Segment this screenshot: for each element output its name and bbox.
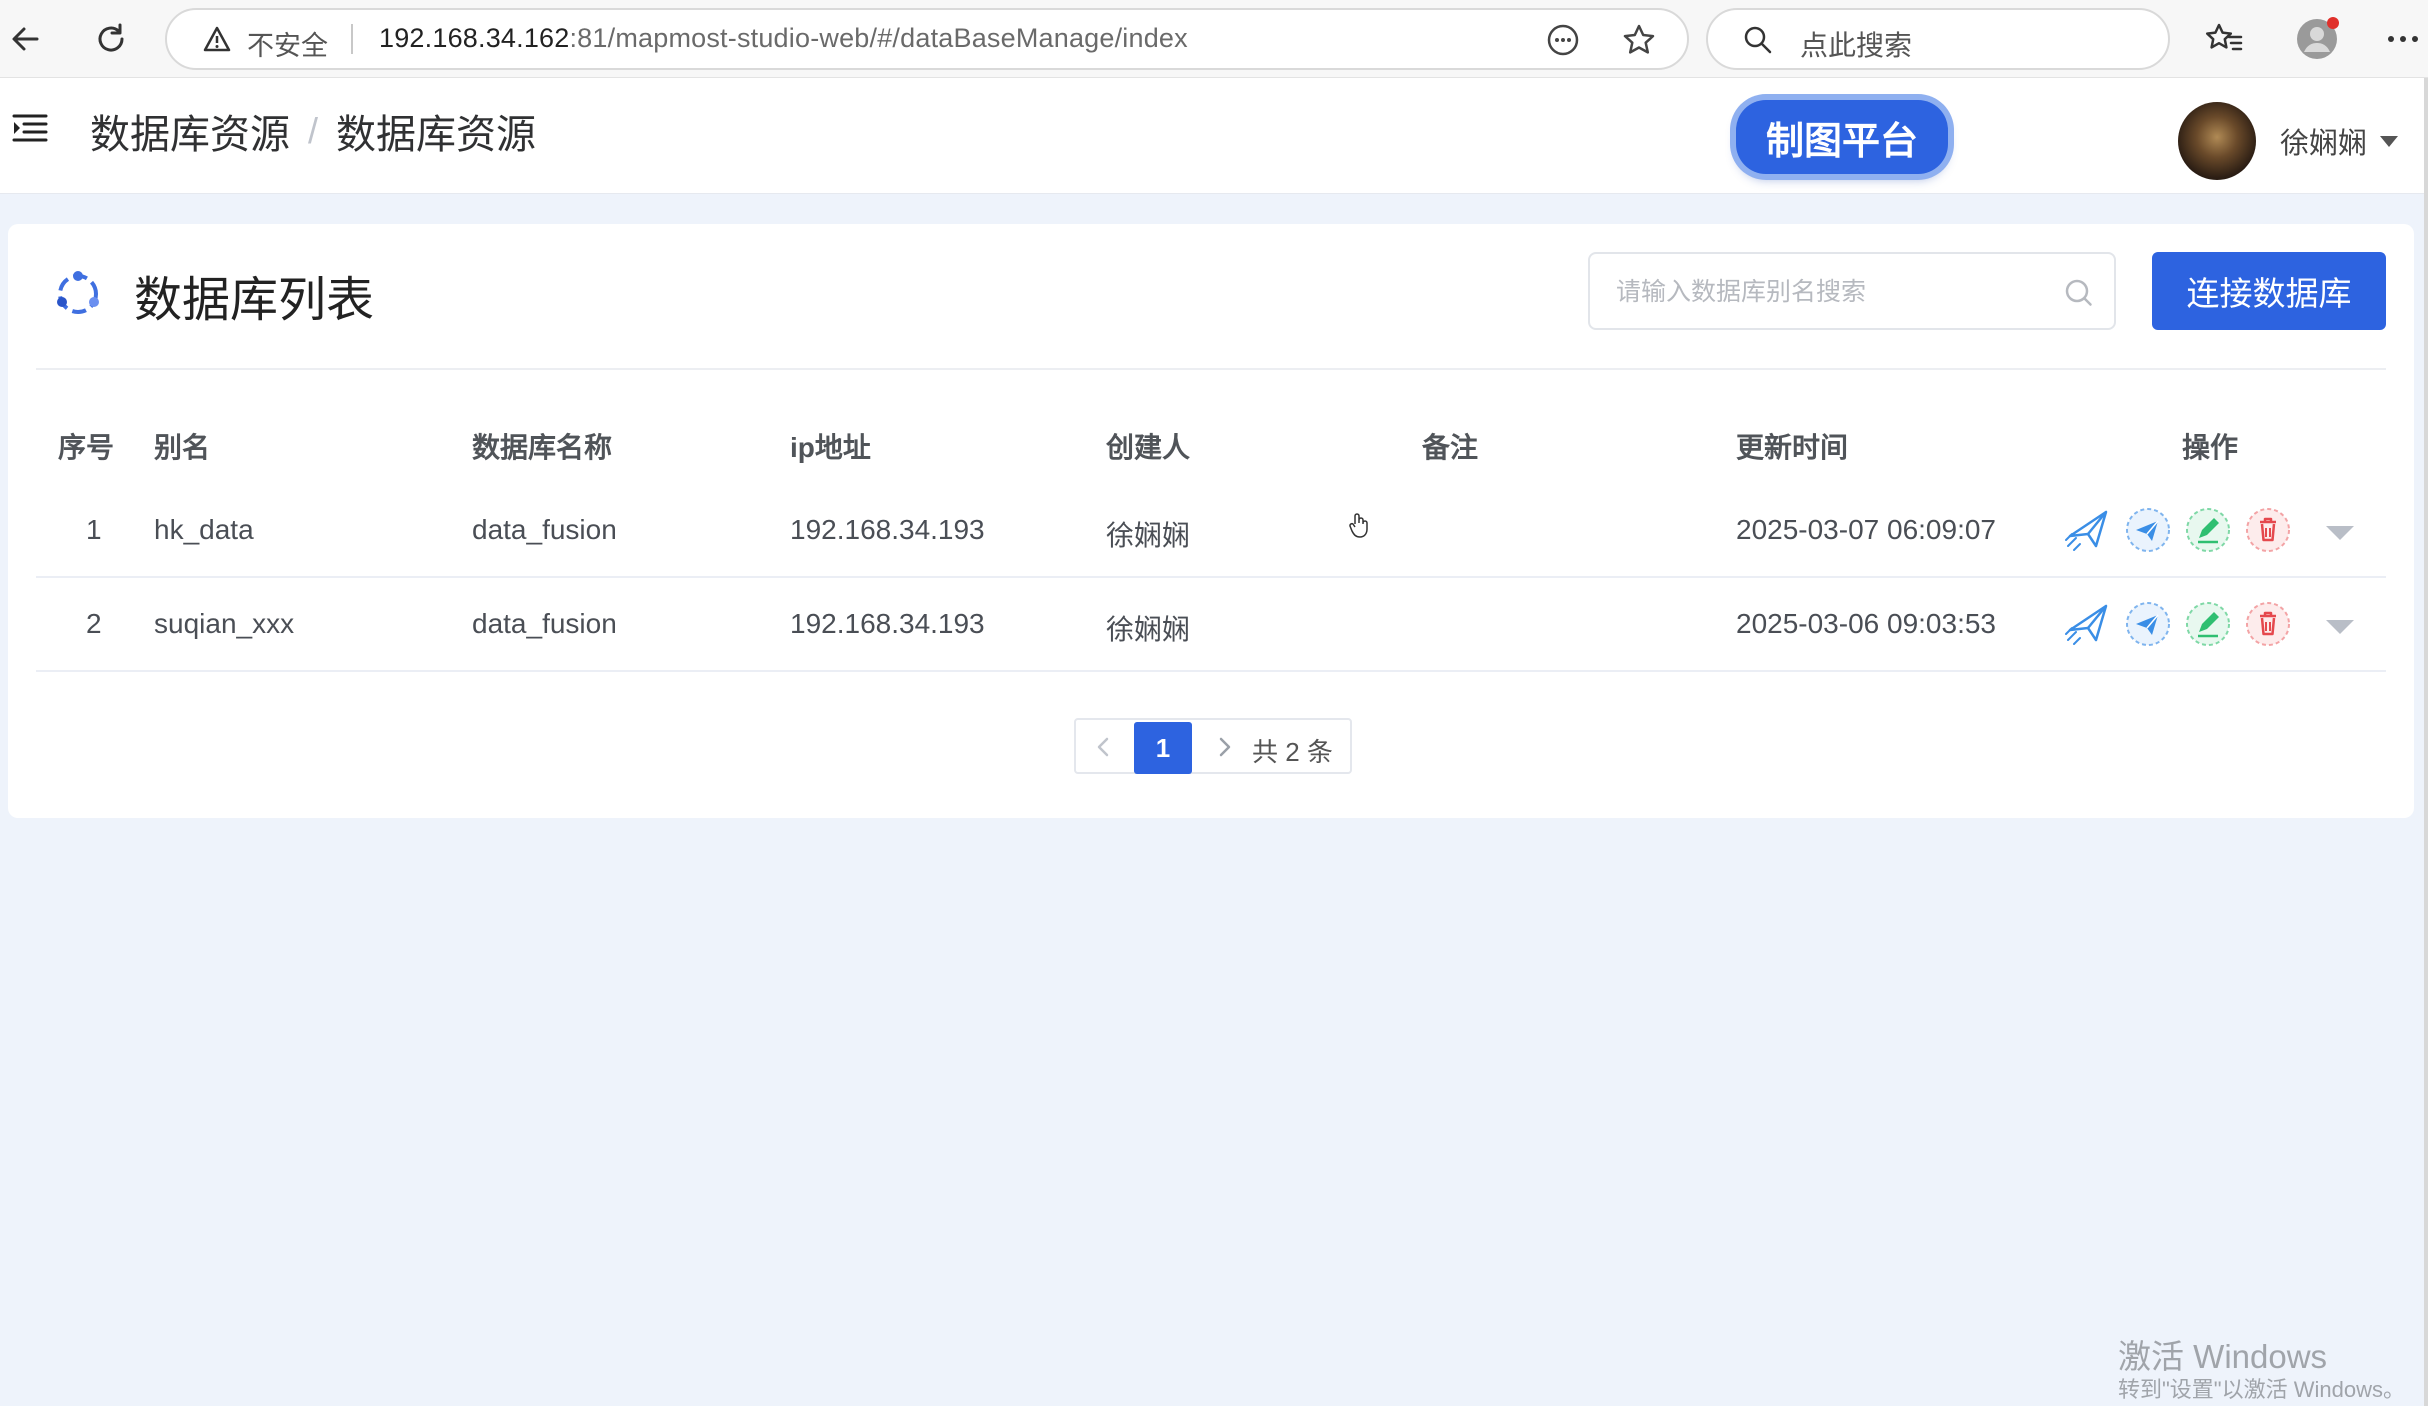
- back-button[interactable]: [0, 14, 50, 64]
- cell-updated: 2025-03-07 06:09:07: [1736, 514, 1996, 545]
- row-more-caret-icon[interactable]: [2326, 620, 2354, 634]
- column-header-ip: ip地址: [790, 432, 871, 463]
- profile-button[interactable]: [2292, 14, 2342, 64]
- insecure-label: 不安全: [247, 31, 328, 61]
- database-list-card: 数据库列表 连接数据库 序号 别名 数据库名称 ip地址 创建人 备注 更新时间…: [8, 224, 2414, 818]
- column-header-creator: 创建人: [1106, 432, 1191, 463]
- cell-alias: suqian_xxx: [154, 608, 295, 639]
- favorites-button[interactable]: [2200, 14, 2250, 64]
- delete-icon[interactable]: [2244, 506, 2292, 554]
- delete-icon[interactable]: [2244, 600, 2292, 648]
- favorites-list-icon: [2205, 23, 2243, 51]
- reload-icon: [98, 23, 124, 52]
- breadcrumb-item-current: 数据库资源: [336, 113, 537, 157]
- warning-icon: [203, 26, 231, 52]
- breadcrumb-item[interactable]: 数据库资源: [90, 102, 290, 160]
- send-icon[interactable]: [2124, 506, 2172, 554]
- card-title: 数据库列表: [134, 274, 375, 327]
- cell-index: 1: [86, 514, 102, 545]
- publish-icon[interactable]: [2064, 600, 2112, 648]
- cell-alias: hk_data: [154, 514, 254, 545]
- card-divider: [36, 368, 2386, 370]
- windows-activation-subtitle: 转到"设置"以激活 Windows。: [2118, 1377, 2405, 1402]
- database-search-field[interactable]: [1588, 252, 2116, 330]
- pagination: 1 共 2 条: [1074, 718, 1352, 774]
- browser-search-placeholder: 点此搜索: [1800, 30, 1913, 61]
- column-header-updated: 更新时间: [1736, 432, 1849, 463]
- reader-mode-button[interactable]: [1543, 20, 1583, 60]
- url-path: :81/mapmost-studio-web/#/dataBaseManage/…: [569, 23, 1188, 53]
- column-header-alias: 别名: [154, 432, 211, 463]
- breadcrumb: 数据库资源 / 数据库资源: [90, 102, 536, 160]
- column-header-operations: 操作: [2182, 432, 2239, 463]
- address-bar[interactable]: 不安全 192.168.34.162:81/mapmost-studio-web…: [165, 8, 1689, 70]
- database-search-input[interactable]: [1616, 274, 2056, 310]
- cell-db-name: data_fusion: [472, 514, 617, 545]
- reader-icon: [1547, 24, 1579, 56]
- column-header-remark: 备注: [1422, 432, 1479, 463]
- connect-database-button[interactable]: 连接数据库: [2152, 252, 2386, 330]
- mapping-platform-button[interactable]: 制图平台: [1736, 100, 1949, 174]
- cell-creator: 徐娴娴: [1106, 520, 1191, 551]
- cell-creator: 徐娴娴: [1106, 614, 1191, 645]
- windows-activation-title: 激活 Windows: [2118, 1338, 2328, 1375]
- avatar[interactable]: [2178, 102, 2256, 180]
- column-header-db-name: 数据库名称: [472, 432, 613, 463]
- table-row[interactable]: 1 hk_data data_fusion 192.168.34.193 徐娴娴…: [36, 484, 2386, 578]
- back-arrow-icon: [12, 27, 39, 51]
- app-header: 数据库资源 / 数据库资源 制图平台 徐娴娴: [0, 78, 2428, 194]
- url-host: 192.168.34.162: [379, 23, 570, 53]
- database-list-icon: [57, 271, 99, 314]
- favorite-button[interactable]: [1619, 20, 1659, 60]
- more-menu-button[interactable]: [2378, 14, 2428, 64]
- hand-cursor-icon: [1349, 513, 1368, 538]
- page-number-current[interactable]: 1: [1134, 722, 1192, 774]
- pagination-total: 共 2 条: [1252, 737, 1333, 767]
- url-separator: [351, 24, 353, 54]
- prev-page-icon[interactable]: [1088, 730, 1118, 764]
- edit-icon[interactable]: [2184, 600, 2232, 648]
- edit-icon[interactable]: [2184, 506, 2232, 554]
- browser-search-box[interactable]: 点此搜索: [1706, 8, 2170, 70]
- search-icon: [1744, 26, 1772, 54]
- cell-index: 2: [86, 608, 102, 639]
- more-dots-icon: [2388, 36, 2418, 42]
- star-icon: [1623, 24, 1655, 54]
- column-header-index: 序号: [58, 432, 115, 463]
- reload-button[interactable]: [86, 14, 136, 64]
- cell-db-name: data_fusion: [472, 608, 617, 639]
- send-icon[interactable]: [2124, 600, 2172, 648]
- menu-fold-icon[interactable]: [10, 108, 50, 148]
- browser-toolbar: 不安全 192.168.34.162:81/mapmost-studio-web…: [0, 0, 2428, 78]
- page-scrollbar[interactable]: [2424, 78, 2428, 1406]
- cell-ip: 192.168.34.193: [790, 608, 985, 639]
- user-name[interactable]: 徐娴娴: [2280, 120, 2367, 162]
- publish-icon[interactable]: [2064, 506, 2112, 554]
- breadcrumb-separator: /: [308, 110, 319, 151]
- cell-ip: 192.168.34.193: [790, 514, 985, 545]
- cell-updated: 2025-03-06 09:03:53: [1736, 608, 1996, 639]
- row-more-caret-icon[interactable]: [2326, 526, 2354, 540]
- search-icon[interactable]: [2062, 276, 2096, 310]
- next-page-icon[interactable]: [1210, 730, 1240, 764]
- profile-icon: [2297, 17, 2339, 59]
- table-row[interactable]: 2 suqian_xxx data_fusion 192.168.34.193 …: [36, 578, 2386, 672]
- user-dropdown-caret-icon[interactable]: [2380, 136, 2398, 147]
- url-text[interactable]: 192.168.34.162:81/mapmost-studio-web/#/d…: [379, 23, 1188, 54]
